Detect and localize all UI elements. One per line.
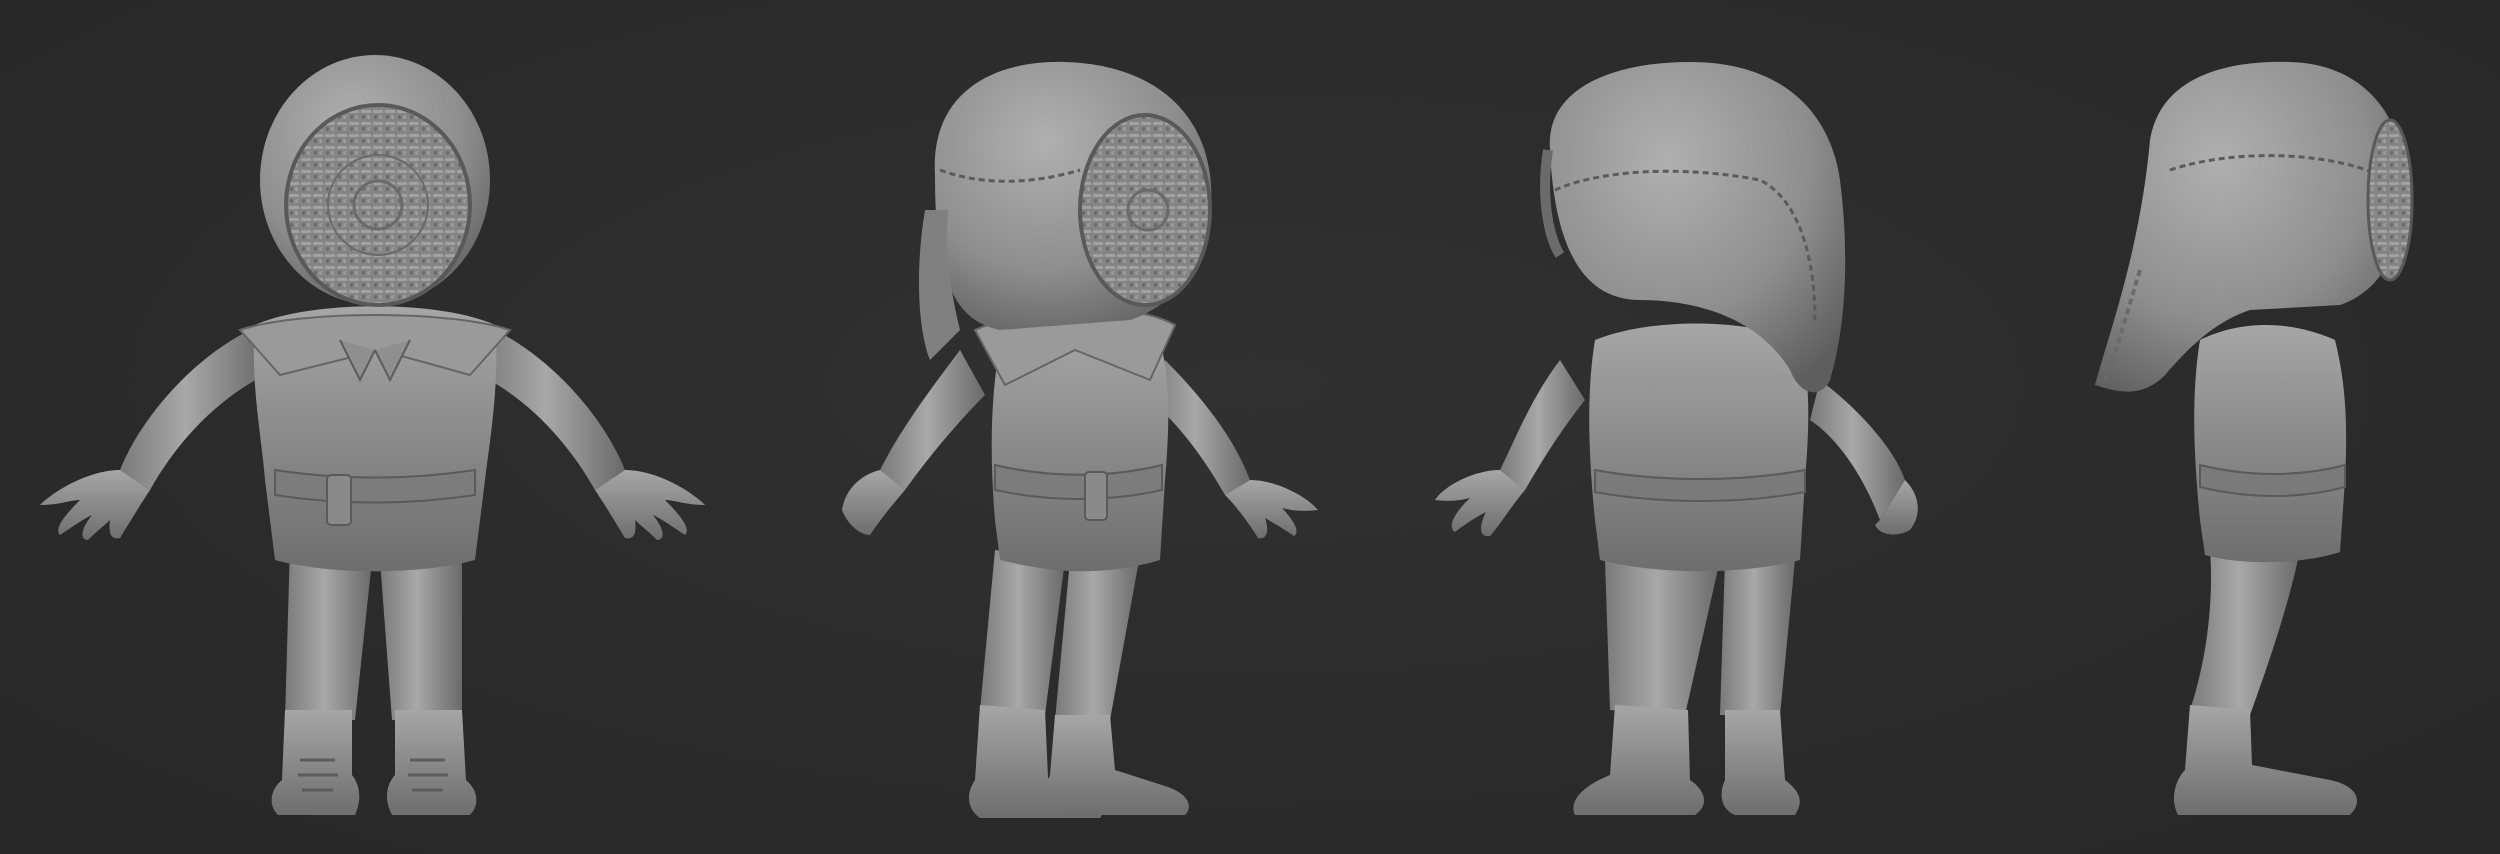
figure-three-quarter-back-view: [1435, 62, 1918, 815]
sculpt-viewport: [0, 0, 2500, 854]
turnaround-render: [40, 55, 2414, 818]
figure-side-view: [2095, 61, 2414, 815]
figure-three-quarter-front-view: [842, 61, 1318, 818]
figure-front-view: [40, 55, 705, 815]
